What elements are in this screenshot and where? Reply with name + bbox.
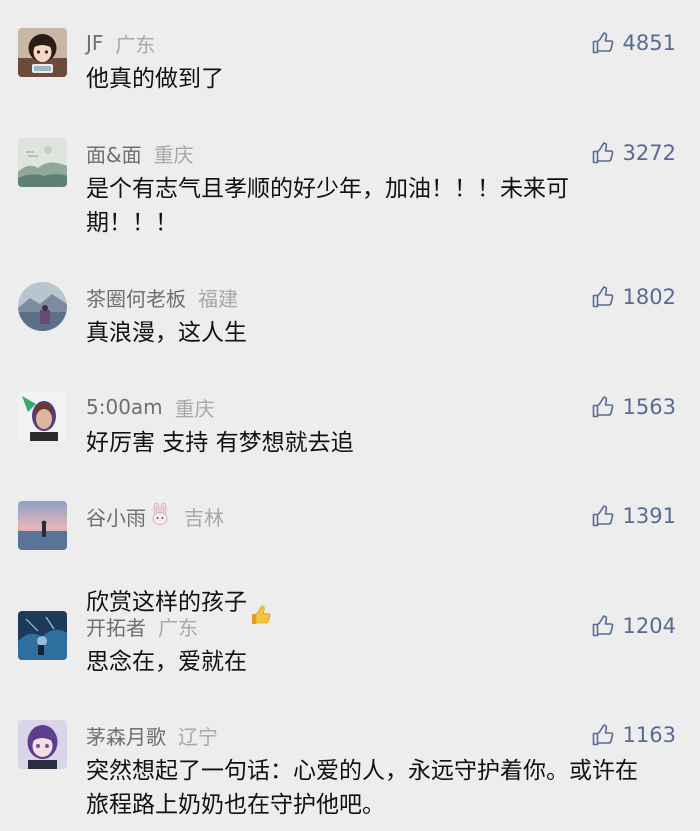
name-row: 茅森月歌 辽宁 bbox=[86, 721, 218, 750]
lake-mountain-avatar bbox=[18, 282, 67, 331]
nickname[interactable]: 茶圈何老板 bbox=[86, 283, 186, 312]
blue-storm-avatar bbox=[18, 611, 67, 660]
name-row: 开拓者 广东 bbox=[86, 612, 198, 641]
like-button[interactable]: 1163 bbox=[591, 722, 676, 748]
location-label: 辽宁 bbox=[178, 724, 218, 749]
comment-text: 突然想起了一句话：心爱的人，永远守护着你。或许在 旅程路上奶奶也在守护他吧。 bbox=[86, 758, 638, 818]
like-button[interactable]: 1391 bbox=[591, 503, 676, 529]
avatar[interactable] bbox=[18, 28, 67, 77]
nickname[interactable]: JF bbox=[86, 31, 103, 55]
nickname[interactable]: 面&面 bbox=[86, 139, 142, 168]
portrait-avatar bbox=[18, 392, 67, 441]
name-row: 谷小雨 吉林 bbox=[86, 502, 224, 531]
location-label: 重庆 bbox=[153, 142, 194, 167]
like-button[interactable]: 4851 bbox=[591, 30, 676, 56]
avatar[interactable] bbox=[18, 282, 67, 331]
thumbs-up-icon bbox=[592, 615, 613, 637]
anime-purple-hair-avatar bbox=[18, 720, 67, 769]
like-button[interactable]: 1563 bbox=[591, 394, 676, 420]
nickname[interactable]: 开拓者 bbox=[86, 612, 146, 641]
location-label: 重庆 bbox=[174, 396, 215, 421]
avatar[interactable] bbox=[18, 501, 67, 550]
name-row: 茶圈何老板 福建 bbox=[86, 283, 238, 312]
like-button[interactable]: 1204 bbox=[591, 613, 676, 639]
avatar[interactable] bbox=[18, 611, 67, 660]
comment-text: 好厉害 支持 有梦想就去追 bbox=[86, 430, 354, 456]
location-label: 广东 bbox=[158, 615, 198, 640]
nickname[interactable]: 5:00am bbox=[86, 395, 163, 419]
location-label: 吉林 bbox=[184, 505, 224, 530]
comment-text: 他真的做到了 bbox=[86, 66, 224, 92]
name-row: JF 广东 bbox=[86, 30, 156, 57]
like-count: 1391 bbox=[622, 504, 676, 528]
comment-text: 思念在，爱就在 bbox=[86, 649, 247, 675]
thumbs-up-icon bbox=[592, 396, 613, 418]
like-count: 1163 bbox=[622, 723, 676, 747]
like-count: 4851 bbox=[622, 31, 676, 55]
like-count: 1204 bbox=[622, 614, 676, 638]
rabbit-emoji bbox=[148, 502, 172, 530]
nickname[interactable]: 茅森月歌 bbox=[86, 721, 166, 750]
sunset-beach-avatar bbox=[18, 501, 67, 550]
like-count: 1802 bbox=[622, 285, 676, 309]
nickname[interactable]: 谷小雨 bbox=[86, 502, 146, 531]
like-button[interactable]: 1802 bbox=[591, 284, 676, 310]
location-label: 福建 bbox=[198, 286, 238, 311]
like-count: 1563 bbox=[622, 395, 676, 419]
name-row: 面&面 重庆 bbox=[86, 139, 194, 168]
thumbs-up-emoji bbox=[249, 569, 273, 637]
avatar[interactable] bbox=[18, 392, 67, 441]
avatar[interactable] bbox=[18, 720, 67, 769]
landscape-painting-avatar bbox=[18, 138, 67, 187]
name-row: 5:00am 重庆 bbox=[86, 394, 215, 421]
comment-text: 是个有志气且孝顺的好少年，加油！！！未来可 期！！！ bbox=[86, 176, 569, 236]
thumbs-up-icon bbox=[592, 505, 613, 527]
like-button[interactable]: 3272 bbox=[591, 140, 676, 166]
location-label: 广东 bbox=[115, 32, 156, 57]
thumbs-up-icon bbox=[592, 142, 613, 164]
thumbs-up-icon bbox=[592, 32, 613, 54]
thumbs-up-icon bbox=[592, 286, 613, 308]
anime-girl-avatar bbox=[18, 28, 67, 77]
avatar[interactable] bbox=[18, 138, 67, 187]
like-count: 3272 bbox=[622, 141, 676, 165]
comment-text: 真浪漫，这人生 bbox=[86, 320, 247, 346]
thumbs-up-icon bbox=[592, 724, 613, 746]
